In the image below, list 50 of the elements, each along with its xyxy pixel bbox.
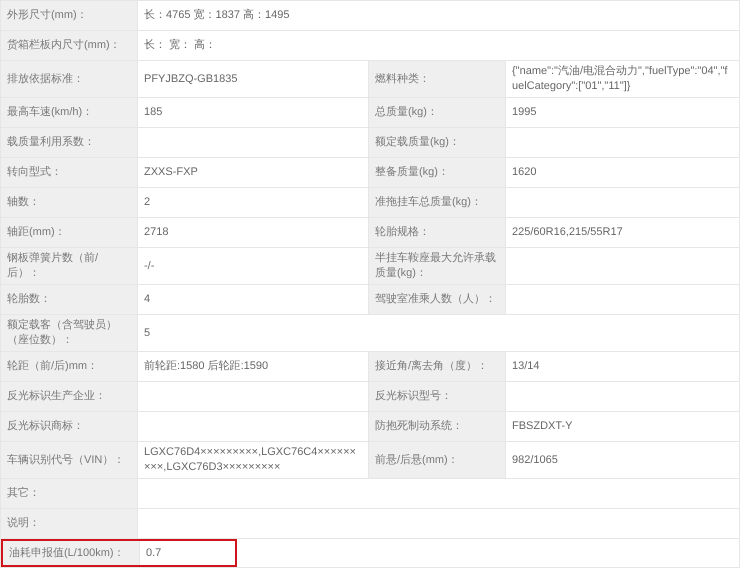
field-label: 货箱栏板内尺寸(mm)： [7, 38, 121, 53]
field-label: 反光标识商标： [7, 419, 84, 434]
field-label: 燃料种类： [375, 72, 430, 86]
field-value: 225/60R16,215/55R17 [512, 225, 623, 240]
field-value: 长：4765 宽：1837 高：1495 [144, 8, 290, 23]
field-value: 185 [144, 105, 162, 120]
field-label: 转向型式： [7, 165, 62, 180]
field-label: 额定载质量(kg)： [375, 135, 460, 150]
field-value: 1995 [512, 105, 536, 120]
field-value: 长： 宽： 高： [144, 38, 216, 53]
field-value: PFYJBZQ-GB1835 [144, 72, 238, 86]
field-label: 其它： [7, 486, 40, 501]
field-label: 反光标识生产企业： [7, 389, 106, 404]
field-label: 轴距(mm)： [7, 225, 66, 240]
field-value: ZXXS-FXP [144, 165, 198, 180]
field-value: 4 [144, 292, 150, 307]
field-label: 车辆识别代号（VIN）： [7, 452, 124, 468]
field-label: 总质量(kg)： [375, 105, 438, 120]
field-label: 排放依据标准： [7, 72, 84, 86]
field-label: 说明： [7, 516, 40, 531]
field-value: 0.7 [146, 546, 162, 560]
field-value: 2718 [144, 225, 168, 240]
field-value: 1620 [512, 165, 536, 180]
field-label: 钢板弹簧片数（前/后）： [7, 251, 100, 281]
field-value: FBSZDXT-Y [512, 419, 573, 434]
field-label: 油耗申报值(L/100km)： [9, 546, 125, 560]
field-label: 轮距（前/后)mm： [7, 359, 98, 374]
field-value: LGXC76D4×××××××××,LGXC76C4×××××××××,LGXC76D3××××××××× [144, 445, 357, 475]
field-label: 外形尺寸(mm)： [7, 8, 88, 23]
field-value: 前轮距:1580 后轮距:1590 [144, 359, 268, 374]
field-label: 准拖挂车总质量(kg)： [375, 195, 482, 210]
field-label: 整备质量(kg)： [375, 165, 449, 180]
field-label: 最高车速(km/h)： [7, 105, 94, 120]
field-label: 额定载客（含驾驶员）（座位数）： [7, 318, 118, 348]
field-label: 轮胎数： [7, 292, 51, 307]
field-value: -/- [144, 258, 154, 274]
field-label: 前悬/后悬(mm)： [375, 452, 459, 468]
field-label: 轮胎规格： [375, 225, 430, 240]
field-label: 轴数： [7, 195, 40, 210]
field-value: 982/1065 [512, 452, 558, 468]
field-value: 13/14 [512, 359, 540, 374]
field-value: {"name":"汽油/电混合动力","fuelType":"04","fuelCategory":["01","11"]} [512, 64, 728, 94]
field-label: 载质量利用系数： [7, 135, 95, 150]
field-label: 驾驶室准乘人数（人）： [375, 292, 496, 307]
field-value: 5 [144, 326, 150, 340]
field-label: 半挂车鞍座最大允许承载质量(kg)： [375, 251, 497, 281]
field-label: 防抱死制动系统： [375, 419, 463, 434]
field-value: 2 [144, 195, 150, 210]
field-label: 接近角/离去角（度）： [375, 359, 488, 374]
field-label: 反光标识型号： [375, 389, 452, 404]
